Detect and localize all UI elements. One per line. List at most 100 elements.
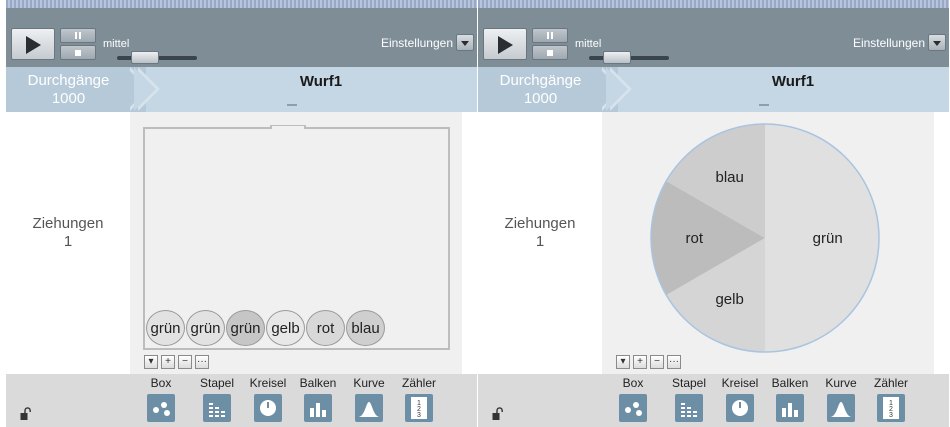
- speed-slider-thumb[interactable]: [603, 51, 631, 64]
- settings-label[interactable]: Einstellungen: [381, 36, 453, 50]
- tool-stack[interactable]: Stapel: [195, 376, 239, 422]
- draws-column: Ziehungen 1: [478, 112, 602, 374]
- more-options-button[interactable]: ···: [667, 355, 681, 369]
- top-strip: [478, 0, 949, 8]
- tool-box[interactable]: Box: [139, 376, 183, 422]
- ball-label: grün: [190, 319, 221, 337]
- pie-slice-label: blau: [716, 169, 744, 186]
- top-strip: [6, 0, 477, 8]
- zoom-out-button[interactable]: −: [650, 355, 664, 369]
- tool-label: Box: [622, 376, 644, 390]
- play-button[interactable]: [11, 28, 55, 60]
- curve-icon: [827, 394, 855, 422]
- simulation-panel-box: mittel Einstellungen Durchgänge 1000 Wur…: [6, 0, 477, 427]
- bar-chart-icon: [776, 394, 804, 422]
- resize-grip[interactable]: [287, 103, 297, 106]
- pause-button[interactable]: [532, 28, 568, 43]
- stack-icon: [203, 394, 231, 422]
- toolbox-footer: Box Stapel Kreisel Balken Kurve Zähler 1…: [6, 374, 477, 427]
- ball-item[interactable]: rot: [306, 310, 345, 346]
- runs-value: 1000: [51, 90, 86, 107]
- pause-icon: [547, 32, 549, 39]
- tool-label: Stapel: [199, 376, 235, 390]
- draws-value: 1: [535, 233, 545, 250]
- draws-value: 1: [63, 233, 73, 250]
- play-icon: [498, 36, 513, 54]
- zoom-menu-button[interactable]: ▾: [144, 355, 158, 369]
- runs-area[interactable]: Durchgänge 1000: [478, 67, 618, 112]
- tool-curve[interactable]: Kurve: [347, 376, 391, 422]
- balls-icon: [147, 394, 175, 422]
- more-options-button[interactable]: ···: [195, 355, 209, 369]
- play-button[interactable]: [483, 28, 527, 60]
- tool-label: Box: [150, 376, 172, 390]
- stage-box: grün grün grün gelb rot blau ▾ + − ···: [130, 112, 462, 374]
- pie-slice-label: rot: [686, 230, 704, 247]
- tool-curve[interactable]: Kurve: [819, 376, 863, 422]
- pie-slice-label: grün: [813, 230, 843, 247]
- zoom-menu-button[interactable]: ▾: [616, 355, 630, 369]
- ball-label: grün: [150, 319, 181, 337]
- tool-stack[interactable]: Stapel: [667, 376, 711, 422]
- tool-bars[interactable]: Balken: [296, 376, 340, 422]
- ball-item[interactable]: gelb: [266, 310, 305, 346]
- ball-label: blau: [351, 319, 380, 337]
- tool-box[interactable]: Box: [611, 376, 655, 422]
- toolbox-footer: Box Stapel Kreisel Balken Kurve Zähler 1…: [478, 374, 949, 427]
- tool-bars[interactable]: Balken: [768, 376, 812, 422]
- stop-button[interactable]: [60, 45, 96, 60]
- ball-item[interactable]: blau: [346, 310, 385, 346]
- stage-scroll-edge: [462, 112, 477, 374]
- unlock-icon[interactable]: [492, 407, 503, 421]
- tool-counter[interactable]: Zähler 123: [869, 376, 913, 422]
- speed-label: mittel: [575, 38, 602, 50]
- settings-dropdown-button[interactable]: [456, 34, 474, 51]
- unlock-icon[interactable]: [20, 407, 31, 421]
- ball-label: rot: [316, 319, 335, 337]
- speed-label: mittel: [103, 38, 130, 50]
- tool-label: Zähler: [873, 376, 908, 390]
- counter-icon: 123: [877, 394, 905, 422]
- zoom-in-button[interactable]: +: [633, 355, 647, 369]
- toolbar: mittel Einstellungen: [6, 8, 477, 67]
- zoom-in-button[interactable]: +: [161, 355, 175, 369]
- ball-item[interactable]: grün: [146, 310, 185, 346]
- body-area: Ziehungen 1 grün grün grün gelb rot blau…: [6, 112, 477, 374]
- spinner-wheel[interactable]: grün gelb rot blau: [648, 121, 882, 355]
- ball-item[interactable]: grün: [186, 310, 225, 346]
- draws-label: Ziehungen: [32, 215, 104, 232]
- stage-spinner: grün gelb rot blau ▾ + − ···: [602, 112, 934, 374]
- tool-label: Balken: [299, 376, 337, 390]
- stage-title[interactable]: Wurf1: [206, 73, 436, 90]
- settings-dropdown-button[interactable]: [928, 34, 946, 51]
- tool-label: Kreisel: [721, 376, 759, 390]
- runs-area[interactable]: Durchgänge 1000: [6, 67, 146, 112]
- bar-chart-icon: [304, 394, 332, 422]
- chevron-arrow-icon: [134, 67, 156, 111]
- zoom-out-button[interactable]: −: [178, 355, 192, 369]
- tool-spinner[interactable]: Kreisel: [246, 376, 290, 422]
- tool-label: Kreisel: [249, 376, 287, 390]
- speed-slider-thumb[interactable]: [131, 51, 159, 64]
- stage-title[interactable]: Wurf1: [678, 73, 908, 90]
- runs-label: Durchgänge: [499, 72, 582, 89]
- resize-grip[interactable]: [759, 103, 769, 106]
- draws-label: Ziehungen: [504, 215, 576, 232]
- simulation-panel-spinner: mittel Einstellungen Durchgänge 1000 Wur…: [478, 0, 949, 427]
- tool-label: Kurve: [825, 376, 857, 390]
- zoom-controls: ▾ + − ···: [144, 355, 212, 369]
- tool-label: Kurve: [353, 376, 385, 390]
- svg-text:3: 3: [417, 412, 421, 419]
- play-icon: [26, 36, 41, 54]
- stage-scroll-edge: [934, 112, 949, 374]
- stop-icon: [75, 50, 81, 56]
- ball-item[interactable]: grün: [226, 310, 265, 346]
- stop-button[interactable]: [532, 45, 568, 60]
- body-area: Ziehungen 1 grün gelb rot blau ▾ + − ···: [478, 112, 949, 374]
- pause-button[interactable]: [60, 28, 96, 43]
- stage-header: Durchgänge 1000 Wurf1: [478, 67, 949, 112]
- settings-label[interactable]: Einstellungen: [853, 36, 925, 50]
- pie-slice-label: gelb: [715, 291, 743, 308]
- tool-spinner[interactable]: Kreisel: [718, 376, 762, 422]
- tool-counter[interactable]: Zähler 123: [397, 376, 441, 422]
